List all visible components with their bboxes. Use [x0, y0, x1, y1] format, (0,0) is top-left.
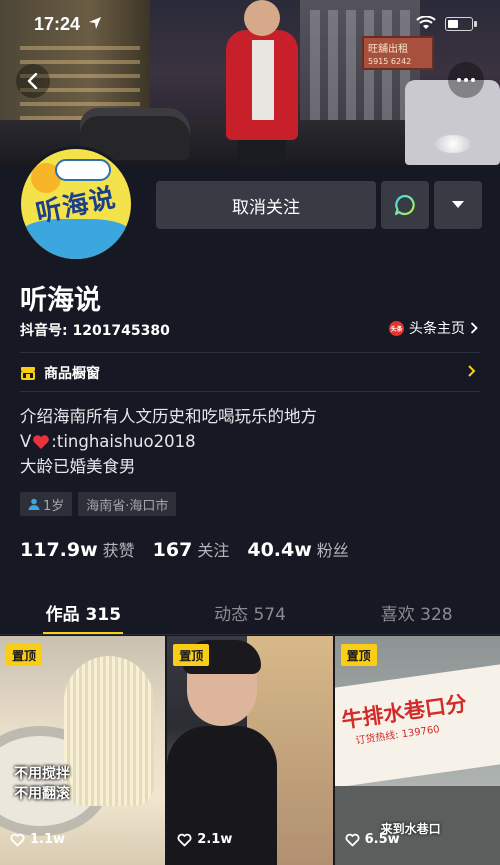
- dot-icon: [471, 78, 475, 82]
- profile-bio: 介绍海南所有人文历史和吃喝玩乐的地方 V :tinghaishuo2018 大龄…: [20, 404, 317, 479]
- triangle-down-icon: [452, 201, 464, 208]
- toutiao-label: 头条主页: [409, 321, 465, 337]
- douyin-id: 抖音号: 1201745380: [20, 323, 170, 339]
- video-thumbnail[interactable]: 不用搅拌 不用翻滚 置顶 1.1w: [0, 636, 166, 865]
- shop-icon: [21, 367, 35, 380]
- video-likes: 2.1w: [177, 832, 232, 847]
- profile-tags: 1岁 海南省·海口市: [20, 492, 177, 516]
- divider: [20, 352, 480, 353]
- wifi-icon: [416, 16, 436, 29]
- age-tag: 1岁: [20, 492, 73, 516]
- video-likes-count: 2.1w: [197, 832, 233, 847]
- bio-wechat: :tinghaishuo2018: [51, 432, 196, 451]
- chevron-right-icon: [470, 322, 478, 334]
- red-heart-icon: [33, 434, 50, 449]
- heart-outline-icon: [177, 833, 192, 846]
- age-tag-label: 1岁: [43, 498, 65, 514]
- bio-line-1: 介绍海南所有人文历史和吃喝玩乐的地方: [20, 407, 317, 426]
- back-button[interactable]: [16, 64, 50, 98]
- video-likes: 1.1w: [10, 832, 65, 847]
- back-arrow-icon: [27, 73, 38, 89]
- toutiao-homepage-link[interactable]: 头条 头条主页: [389, 318, 478, 338]
- pinned-badge: 置顶: [340, 644, 377, 666]
- bio-line-3: 大龄已婚美食男: [20, 457, 136, 476]
- battery-icon: [445, 17, 477, 31]
- divider: [0, 634, 500, 635]
- video-likes-count: 6.5w: [364, 832, 400, 847]
- likes-label: 获赞: [102, 541, 135, 560]
- message-button[interactable]: [381, 181, 429, 229]
- tab-activity[interactable]: 动态 574: [167, 594, 334, 634]
- video-thumbnail[interactable]: 置顶 2.1w: [167, 636, 333, 865]
- status-bar: 17:24: [0, 0, 500, 44]
- banner-headlight: [435, 135, 471, 153]
- tab-works[interactable]: 作品 315: [0, 594, 167, 634]
- followers-label[interactable]: 粉丝: [317, 537, 349, 561]
- status-time: 17:24: [34, 14, 81, 34]
- video-overlay-text: 不用搅拌 不用翻滚: [14, 766, 70, 802]
- video-likes: 6.5w: [345, 832, 400, 847]
- shop-label: 商品橱窗: [44, 366, 100, 382]
- profile-name: 听海说: [20, 285, 101, 316]
- heart-outline-icon: [10, 833, 25, 846]
- location-tag: 海南省·海口市: [78, 492, 177, 516]
- tab-likes[interactable]: 喜欢 328: [333, 594, 500, 634]
- banner-person-shirt: [252, 40, 274, 120]
- more-options-button[interactable]: [448, 62, 484, 98]
- unfollow-button[interactable]: 取消关注: [156, 181, 376, 229]
- avatar[interactable]: 听海说: [18, 146, 134, 262]
- chat-bubble-icon: [394, 194, 415, 216]
- dropdown-button[interactable]: [434, 181, 482, 229]
- product-showcase-link[interactable]: 商品橱窗: [20, 362, 480, 384]
- following-label[interactable]: 关注: [197, 537, 229, 561]
- following-count[interactable]: 167: [153, 539, 193, 561]
- noodle-image: [64, 656, 154, 806]
- bio-line-2: V :tinghaishuo2018: [20, 429, 317, 454]
- video-likes-count: 1.1w: [30, 832, 66, 847]
- video-grid: 不用搅拌 不用翻滚 置顶 1.1w 置顶 2.1w 牛排水巷口分 订货热线: 1…: [0, 636, 500, 865]
- profile-stats: 117.9w 获赞 167 关注 40.4w 粉丝: [20, 537, 367, 561]
- person-icon: [28, 498, 40, 510]
- location-arrow-icon: [89, 17, 101, 29]
- pinned-badge: 置顶: [6, 644, 43, 666]
- avatar-image: 听海说: [21, 149, 131, 259]
- dot-icon: [457, 78, 461, 82]
- dot-icon: [464, 78, 468, 82]
- avatar-wave: [21, 219, 131, 259]
- profile-tabs: 作品 315 动态 574 喜欢 328: [0, 594, 500, 634]
- toutiao-icon: 头条: [389, 320, 404, 336]
- pinned-badge: 置顶: [173, 644, 210, 666]
- chevron-right-icon: [468, 365, 476, 377]
- heart-outline-icon: [345, 833, 360, 846]
- video-thumbnail[interactable]: 牛排水巷口分 订货热线: 139760 来到水巷口 置顶 6.5w: [334, 636, 500, 865]
- likes-count: 117.9w: [20, 539, 98, 561]
- followers-count[interactable]: 40.4w: [247, 539, 311, 561]
- bio-v-prefix: V: [20, 432, 32, 451]
- divider: [20, 391, 480, 392]
